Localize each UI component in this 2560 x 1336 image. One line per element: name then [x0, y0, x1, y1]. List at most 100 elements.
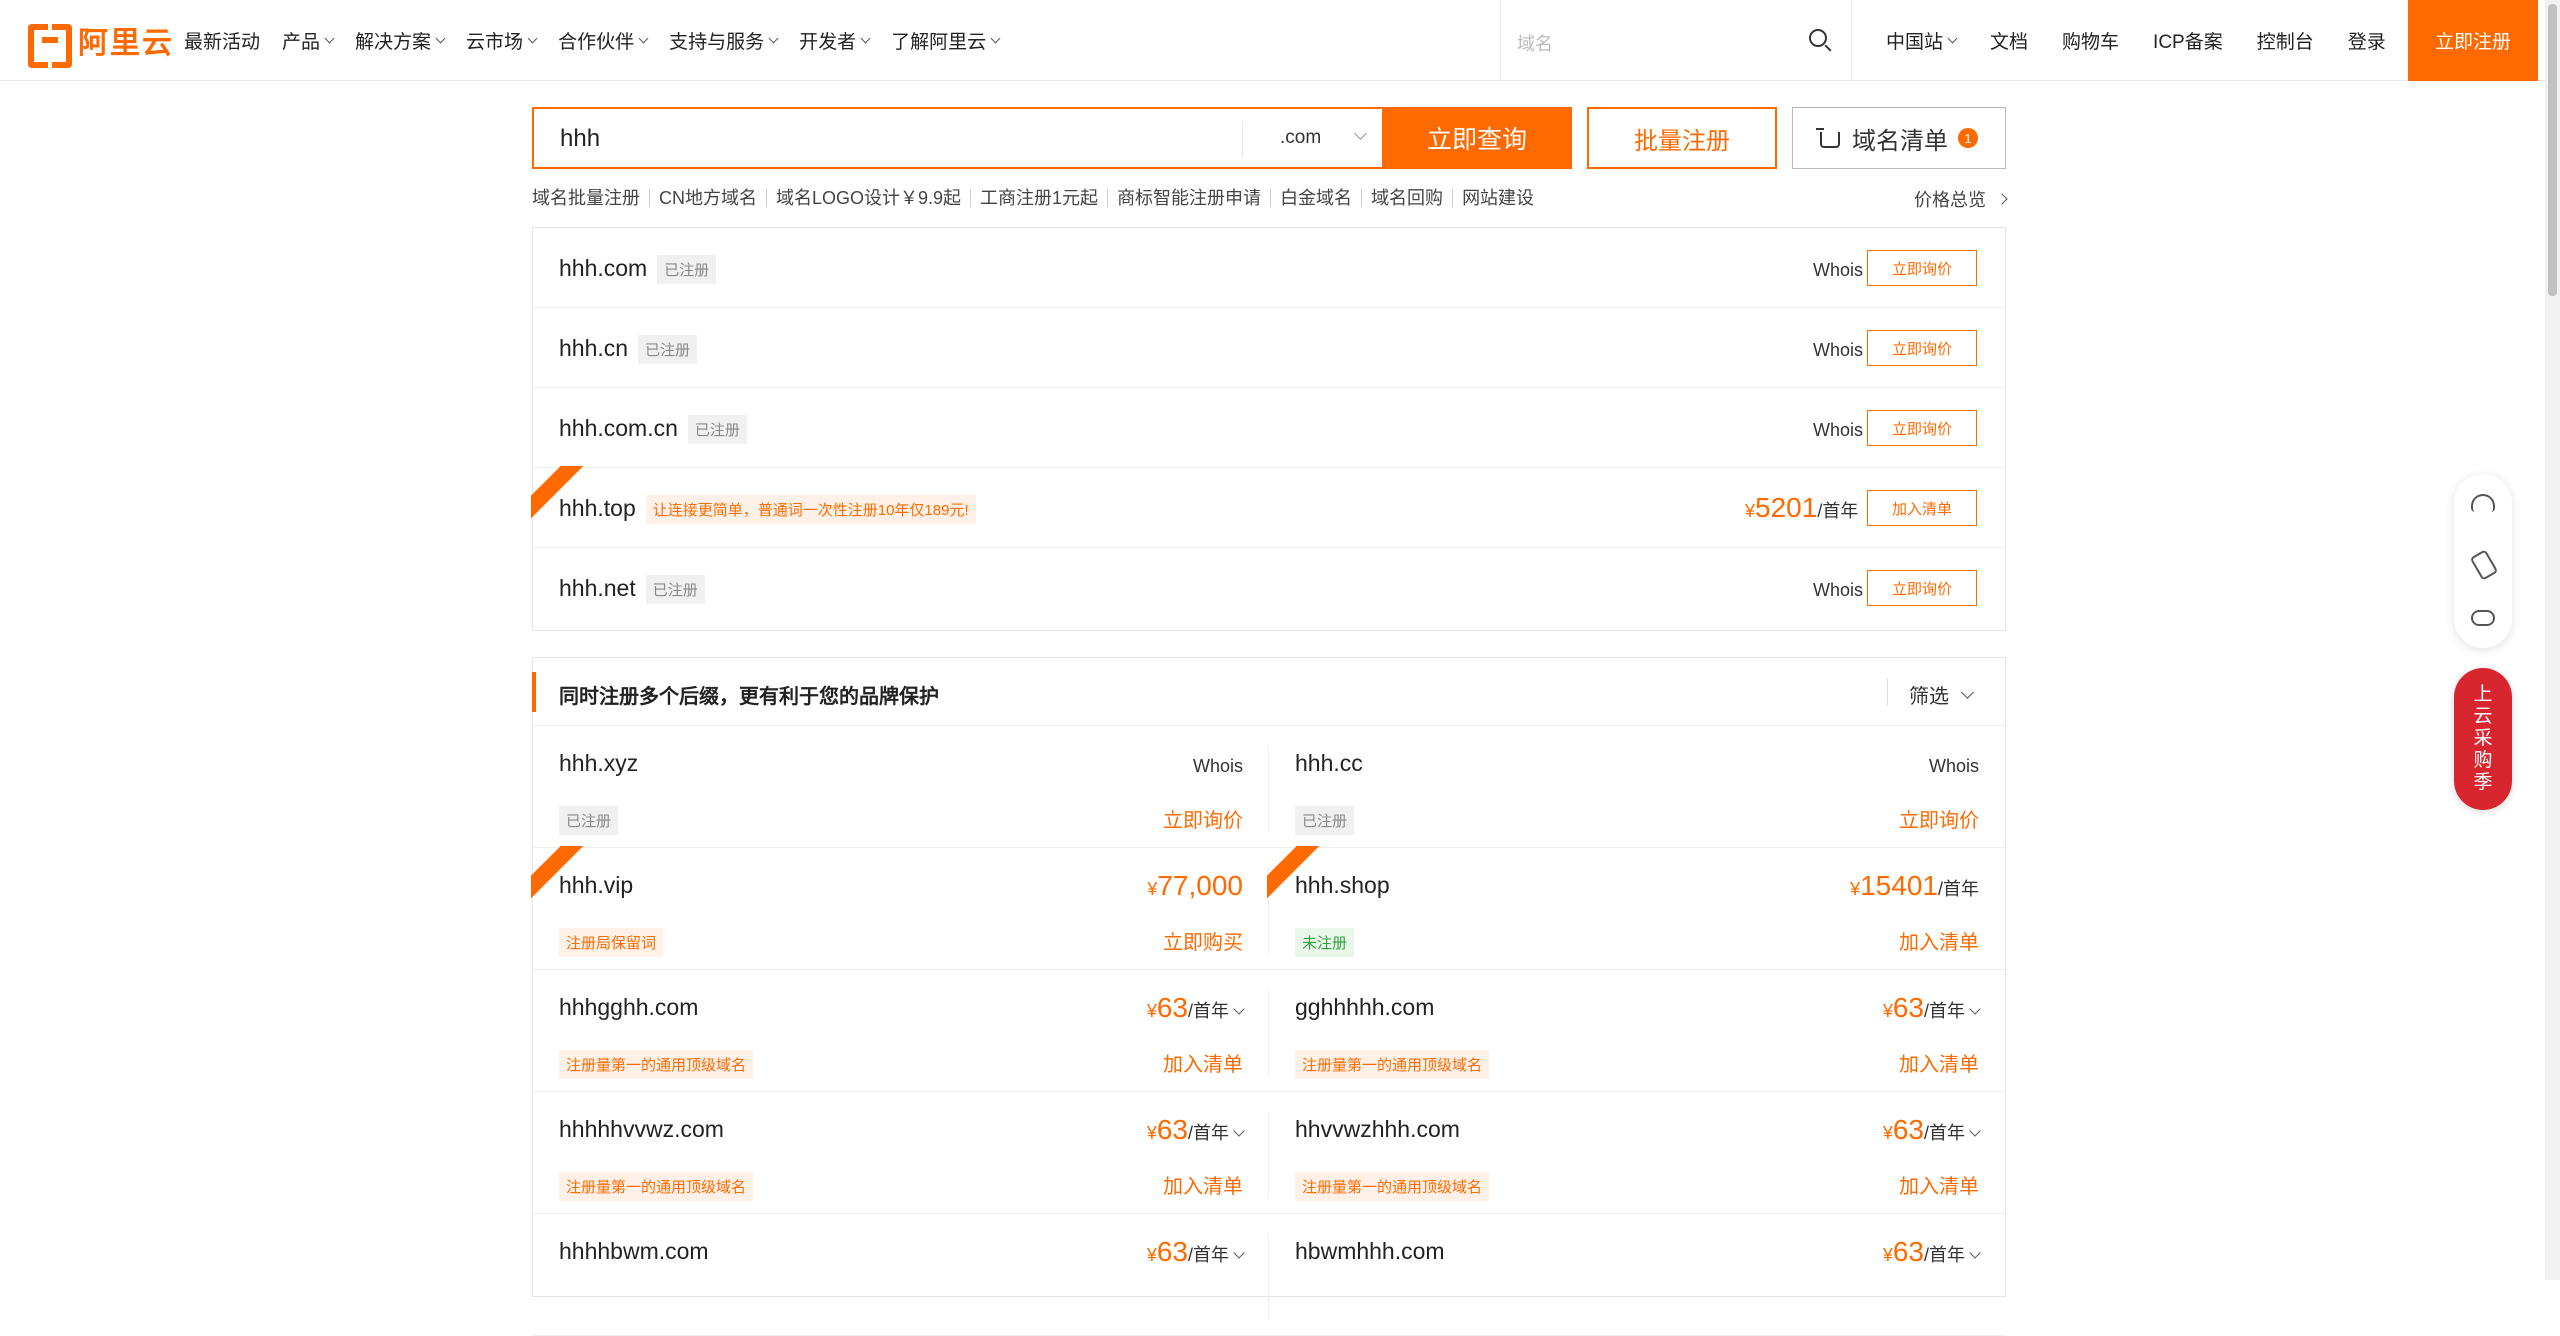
- quick-link[interactable]: 域名LOGO设计￥9.9起: [766, 189, 970, 207]
- whois-link[interactable]: Whois: [1929, 756, 1979, 777]
- promo-float-badge[interactable]: 上 云 采 购 季: [2454, 668, 2512, 810]
- floating-contact-bar: [2454, 474, 2512, 648]
- price-value: 63: [1156, 1114, 1188, 1145]
- domain-name: hhh.cc: [1295, 750, 1363, 776]
- price[interactable]: ¥63/首年: [1883, 992, 1981, 1024]
- price: ¥15401/首年: [1850, 870, 1979, 902]
- nav-about[interactable]: 了解阿里云: [891, 27, 1001, 54]
- domain-search-input[interactable]: hhh: [560, 125, 600, 153]
- promo-char: 购: [2473, 750, 2493, 771]
- nav-console[interactable]: 控制台: [2257, 27, 2314, 54]
- price-unit: /首年: [1187, 1123, 1229, 1143]
- chevron-down-icon: [1947, 33, 1958, 44]
- chevron-down-icon: [324, 33, 335, 44]
- quick-link[interactable]: 白金域名: [1270, 189, 1361, 207]
- whois-link[interactable]: Whois: [1813, 420, 1863, 441]
- headset-icon[interactable]: [2471, 494, 2495, 512]
- domain-search-box[interactable]: hhh .com: [532, 107, 1384, 169]
- price-unit: /首年: [1923, 1123, 1965, 1143]
- top-navbar: 阿里云 最新活动 产品 解决方案 云市场 合作伙伴 支持与服务 开发者 了解阿里…: [0, 0, 2545, 81]
- add-to-list-link[interactable]: 加入清单: [1163, 1048, 1243, 1077]
- nav-products[interactable]: 产品: [282, 27, 335, 54]
- currency: ¥: [1146, 1001, 1157, 1021]
- search-icon[interactable]: [1809, 29, 1827, 47]
- status-badge: 注册量第一的通用顶级域名: [1295, 1172, 1490, 1201]
- nav-marketplace[interactable]: 云市场: [466, 27, 538, 54]
- domain-name: hhvvwzhhh.com: [1295, 1116, 1460, 1142]
- domain-card: hbwmhhh.com ¥63/首年: [1269, 1214, 2005, 1336]
- domain-name: hhh.com: [559, 255, 648, 281]
- price-value: 5201: [1755, 492, 1818, 523]
- cart-icon: [1816, 128, 1840, 148]
- domain-card: hhh.shop ¥15401/首年 未注册 加入清单: [1267, 846, 2005, 970]
- nav-search-box[interactable]: 域名: [1500, 0, 1852, 81]
- inquire-button[interactable]: 立即询价: [1867, 570, 1977, 606]
- domain-card: hhhhhvvwz.com ¥63/首年 注册量第一的通用顶级域名 加入清单: [533, 1092, 1269, 1214]
- register-now-button[interactable]: 立即注册: [2408, 0, 2538, 81]
- tag-wrap: 注册局保留词: [559, 928, 664, 957]
- tag-wrap: 已注册: [559, 806, 619, 835]
- add-to-list-link[interactable]: 加入清单: [1163, 1170, 1243, 1199]
- nav-cart[interactable]: 购物车: [2062, 27, 2119, 54]
- nav-icp[interactable]: ICP备案: [2153, 27, 2223, 54]
- price-value: 63: [1892, 1236, 1924, 1267]
- filter-dropdown[interactable]: 筛选: [1909, 680, 1974, 709]
- price-overview-link[interactable]: 价格总览: [1914, 186, 2008, 212]
- quick-link[interactable]: 工商注册1元起: [970, 189, 1107, 207]
- phone-icon[interactable]: [2471, 552, 2495, 576]
- domain-card: hhh.xyz Whois 已注册 立即询价: [533, 726, 1269, 848]
- inquire-button[interactable]: 立即询价: [1867, 410, 1977, 446]
- domain-card: hhhgghh.com ¥63/首年 注册量第一的通用顶级域名 加入清单: [533, 970, 1269, 1092]
- divider: [1887, 678, 1888, 706]
- domain-name: hhh.top: [559, 495, 636, 521]
- inquire-link[interactable]: 立即询价: [1163, 804, 1243, 833]
- add-to-list-link[interactable]: 加入清单: [1899, 1170, 1979, 1199]
- inquire-button[interactable]: 立即询价: [1867, 330, 1977, 366]
- aliyun-logo[interactable]: 阿里云: [28, 22, 174, 68]
- nav-solutions[interactable]: 解决方案: [355, 27, 446, 54]
- status-badge: 未注册: [1295, 928, 1355, 957]
- nav-search-input[interactable]: 域名: [1517, 30, 1553, 56]
- nav-partners[interactable]: 合作伙伴: [558, 27, 649, 54]
- quick-link[interactable]: 商标智能注册申请: [1107, 189, 1270, 207]
- promo-char: 上: [2473, 684, 2493, 705]
- nav-support[interactable]: 支持与服务: [669, 27, 779, 54]
- add-to-list-link[interactable]: 加入清单: [1899, 1048, 1979, 1077]
- nav-latest-activities[interactable]: 最新活动: [184, 27, 260, 54]
- batch-register-button[interactable]: 批量注册: [1587, 107, 1777, 169]
- nav-login[interactable]: 登录: [2348, 27, 2386, 54]
- status-badge: 注册量第一的通用顶级域名: [1295, 1050, 1490, 1079]
- price[interactable]: ¥63/首年: [1883, 1114, 1981, 1146]
- whois-link[interactable]: Whois: [1813, 580, 1863, 601]
- nav-china-site[interactable]: 中国站: [1886, 27, 1958, 54]
- domain-list-button[interactable]: 域名清单 1: [1792, 107, 2006, 169]
- scrollbar-thumb[interactable]: [2548, 4, 2557, 296]
- price[interactable]: ¥63/首年: [1883, 1236, 1981, 1268]
- chevron-down-icon: [1969, 1125, 1981, 1137]
- price[interactable]: ¥63/首年: [1147, 1114, 1245, 1146]
- price-overview-label: 价格总览: [1914, 190, 1986, 210]
- quick-link[interactable]: 域名批量注册: [532, 189, 649, 207]
- suffix-select[interactable]: .com: [1280, 127, 1321, 149]
- whois-link[interactable]: Whois: [1813, 340, 1863, 361]
- cloud-icon[interactable]: [2471, 610, 2495, 626]
- domain-name: hhh.net: [559, 575, 636, 601]
- quick-link[interactable]: 网站建设: [1452, 189, 1543, 207]
- whois-link[interactable]: Whois: [1813, 260, 1863, 281]
- price[interactable]: ¥63/首年: [1147, 1236, 1245, 1268]
- chevron-down-icon[interactable]: [1354, 127, 1367, 140]
- inquire-link[interactable]: 立即询价: [1899, 804, 1979, 833]
- add-to-list-button[interactable]: 加入清单: [1867, 490, 1977, 526]
- query-button[interactable]: 立即查询: [1382, 107, 1572, 169]
- tag-wrap: 注册量第一的通用顶级域名: [1295, 1050, 1490, 1079]
- quick-link[interactable]: CN地方域名: [649, 189, 766, 207]
- currency: ¥: [1745, 501, 1756, 521]
- buy-now-link[interactable]: 立即购买: [1163, 926, 1243, 955]
- quick-link[interactable]: 域名回购: [1361, 189, 1452, 207]
- price[interactable]: ¥63/首年: [1146, 992, 1245, 1024]
- add-to-list-link[interactable]: 加入清单: [1899, 926, 1979, 955]
- inquire-button[interactable]: 立即询价: [1867, 250, 1977, 286]
- nav-docs[interactable]: 文档: [1990, 27, 2028, 54]
- whois-link[interactable]: Whois: [1193, 756, 1243, 777]
- nav-developers[interactable]: 开发者: [799, 27, 871, 54]
